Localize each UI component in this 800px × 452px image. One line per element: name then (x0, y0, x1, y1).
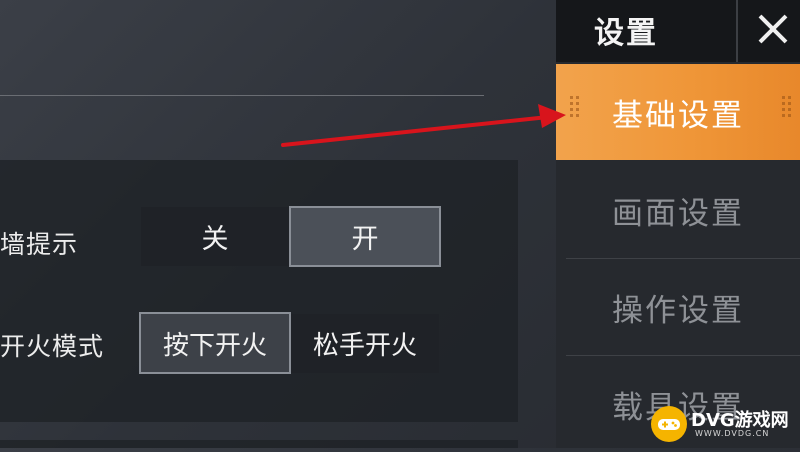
settings-content: 墙提示 关 开 开火模式 按下开火 松手开火 (0, 0, 556, 448)
sidebar-item-label: 操作设置 (612, 292, 744, 329)
wall-hint-label: 墙提示 (0, 230, 79, 259)
watermark-url: WWW.DVDG.CN (695, 429, 770, 438)
close-button[interactable] (751, 4, 795, 54)
gamepad-icon (651, 406, 687, 442)
sidebar-item-label: 画面设置 (612, 195, 744, 232)
press-fire-button[interactable]: 按下开火 (139, 312, 291, 374)
sidebar-item-label: 基础设置 (612, 97, 744, 134)
decor-dots (570, 96, 580, 117)
watermark-logo: DVG游戏网 WWW.DVDG.CN (651, 404, 797, 444)
next-panel-edge (0, 440, 518, 448)
divider (0, 95, 484, 96)
page-title: 设置 (594, 16, 658, 51)
header-separator (736, 0, 738, 62)
sidebar-item-graphics-settings[interactable]: 画面设置 (556, 162, 800, 258)
release-fire-button[interactable]: 松手开火 (291, 314, 439, 373)
settings-sidebar: 设置 基础设置 画面设置 操作设置 载具设置 (556, 0, 800, 448)
sidebar-header: 设置 (556, 0, 800, 62)
close-icon (758, 14, 788, 44)
sidebar-item-controls-settings[interactable]: 操作设置 (556, 259, 800, 355)
wall-hint-on-button[interactable]: 开 (289, 206, 441, 267)
fire-mode-label: 开火模式 (0, 332, 105, 361)
sidebar-item-basic-settings[interactable]: 基础设置 (556, 64, 800, 160)
wall-hint-off-button[interactable]: 关 (141, 207, 289, 266)
settings-panel: 墙提示 关 开 开火模式 按下开火 松手开火 (0, 160, 518, 422)
decor-dots (782, 96, 792, 117)
